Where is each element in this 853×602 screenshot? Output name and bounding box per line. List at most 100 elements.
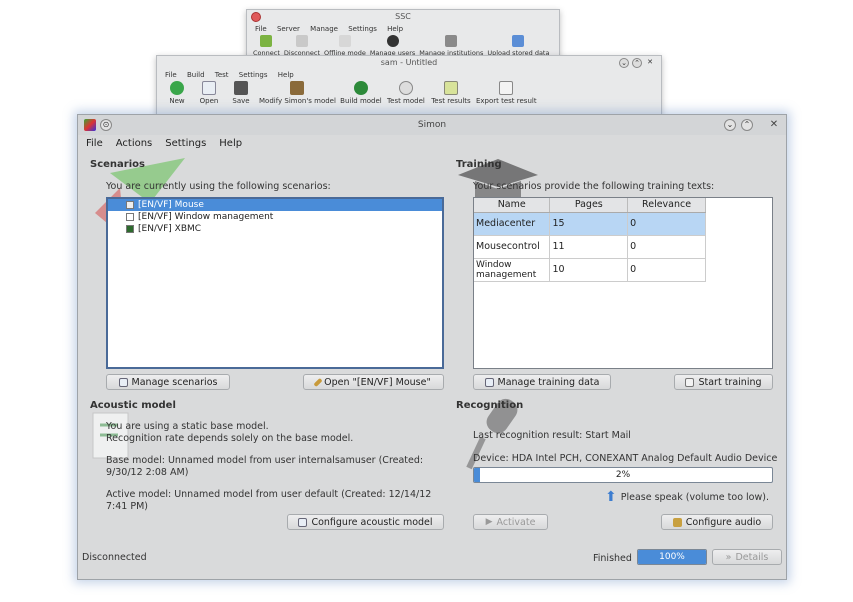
acoustic-line1: You are using a static base model. [106, 421, 269, 432]
scenarios-intro: You are currently using the following sc… [106, 181, 331, 192]
simon-minimize-icon[interactable]: ⌄ [724, 119, 736, 131]
audio-device: Device: HDA Intel PCH, CONEXANT Analog D… [473, 453, 778, 464]
ssc-menu-help[interactable]: Help [387, 25, 403, 33]
ssc-menubar: File Server Manage Settings Help [247, 24, 559, 35]
ssc-window: SSC File Server Manage Settings Help Con… [246, 9, 560, 59]
sam-export-button[interactable]: Export test result [476, 81, 537, 105]
row-pages: 15 [549, 212, 629, 236]
activate-button[interactable]: ▶ Activate [473, 514, 548, 530]
sam-window: sam - Untitled ⌄ ⌃ ✕ File Build Test Set… [156, 55, 662, 121]
row-name: Window management [474, 258, 551, 282]
open-scenario-button[interactable]: Open "[EN/VF] Mouse" [303, 374, 444, 390]
table-row[interactable]: Window management 10 0 [474, 258, 706, 282]
configure-audio-button[interactable]: Configure audio [661, 514, 773, 530]
column-pages[interactable]: Pages [549, 198, 629, 213]
column-name[interactable]: Name [474, 198, 551, 213]
manage-training-data-button[interactable]: Manage training data [473, 374, 611, 390]
table-row[interactable]: Mousecontrol 11 0 [474, 235, 706, 259]
scenario-item-xbmc[interactable]: [EN/VF] XBMC [108, 223, 442, 235]
audio-level-label: 2% [615, 470, 631, 480]
row-pages: 11 [549, 235, 629, 259]
menu-settings[interactable]: Settings [165, 138, 206, 149]
sam-build-model-button[interactable]: Build model [340, 81, 382, 105]
sam-menu-settings[interactable]: Settings [239, 71, 268, 79]
ssc-offline-button[interactable]: Offline mode [324, 35, 366, 57]
ssc-disconnect-button[interactable]: Disconnect [284, 35, 320, 57]
sam-title: sam - Untitled [380, 58, 438, 67]
base-model-line2: 9/30/12 2:08 AM) [106, 467, 189, 478]
sam-menu-help[interactable]: Help [278, 71, 294, 79]
simon-close-icon[interactable]: ✕ [768, 119, 780, 131]
menu-file[interactable]: File [86, 138, 103, 149]
ssc-title: SSC [395, 12, 411, 21]
row-pages: 10 [549, 258, 629, 282]
status-progress-label: 100% [659, 552, 685, 562]
sam-menu-build[interactable]: Build [187, 71, 205, 79]
menu-help[interactable]: Help [219, 138, 242, 149]
ssc-connect-button[interactable]: Connect [253, 35, 280, 57]
ssc-menu-settings[interactable]: Settings [348, 25, 377, 33]
row-name: Mediacenter [474, 212, 551, 236]
ssc-menu-file[interactable]: File [255, 25, 267, 33]
sam-menu-test[interactable]: Test [215, 71, 229, 79]
sam-toolbar: New Open Save Modify Simon's model Build… [157, 81, 661, 105]
scenario-item-window-management[interactable]: [EN/VF] Window management [108, 211, 442, 223]
ssc-upload-button[interactable]: Upload stored data [487, 35, 549, 57]
simon-menubar: File Actions Settings Help [78, 135, 786, 152]
acoustic-line2: Recognition rate depends solely on the b… [106, 433, 354, 444]
sam-menu-file[interactable]: File [165, 71, 177, 79]
column-relevance[interactable]: Relevance [627, 198, 706, 213]
scenario-list[interactable]: [EN/VF] Mouse [EN/VF] Window management … [106, 197, 444, 369]
menu-actions[interactable]: Actions [116, 138, 153, 149]
simon-app-icon [84, 119, 96, 131]
active-model-line1: Active model: Unnamed model from user de… [106, 489, 432, 500]
sam-open-button[interactable]: Open [195, 81, 223, 105]
start-training-button[interactable]: Start training [674, 374, 773, 390]
ssc-manage-institutions-button[interactable]: Manage institutions [419, 35, 483, 57]
active-model-line2: 7:41 PM) [106, 501, 148, 512]
document-icon [685, 377, 695, 387]
sam-minimize-icon[interactable]: ⌄ [619, 58, 629, 68]
sam-test-model-button[interactable]: Test model [386, 81, 426, 105]
row-relevance: 0 [627, 258, 706, 282]
sam-new-button[interactable]: New [163, 81, 191, 105]
ssc-titlebar: SSC [247, 10, 559, 24]
simon-title: Simon [417, 120, 447, 130]
mouse-scenario-icon [126, 201, 134, 209]
pencil-icon [313, 377, 323, 387]
play-icon: ▶ [485, 517, 493, 527]
sam-close-icon[interactable]: ✕ [645, 58, 655, 68]
simon-maximize-icon[interactable]: ⌃ [741, 119, 753, 131]
scenario-item-mouse[interactable]: [EN/VF] Mouse [108, 199, 442, 211]
ssc-toolbar: Connect Disconnect Offline mode Manage u… [247, 35, 559, 57]
ssc-menu-server[interactable]: Server [277, 25, 300, 33]
sam-save-button[interactable]: Save [227, 81, 255, 105]
training-intro: Your scenarios provide the following tra… [473, 181, 715, 192]
sam-test-results-button[interactable]: Test results [430, 81, 472, 105]
arrow-up-icon: ⬆ [605, 489, 617, 505]
ssc-manage-users-button[interactable]: Manage users [370, 35, 415, 57]
list-icon [484, 377, 494, 387]
training-table-header: Name Pages Relevance [474, 198, 706, 213]
details-button[interactable]: » Details [712, 549, 782, 565]
speak-hint: ⬆ Please speak (volume too low). [605, 489, 769, 505]
manage-scenarios-button[interactable]: Manage scenarios [106, 374, 230, 390]
simon-window: ⊙ Simon ⌄ ⌃ ✕ File Actions Settings Help… [77, 114, 787, 580]
simon-pin-icon[interactable]: ⊙ [100, 119, 112, 131]
sam-maximize-icon[interactable]: ⌃ [632, 58, 642, 68]
recognition-title: Recognition [456, 400, 524, 411]
sam-modify-model-button[interactable]: Modify Simon's model [259, 81, 336, 105]
training-table[interactable]: Name Pages Relevance Mediacenter 15 0 Mo… [473, 197, 773, 369]
base-model-line1: Base model: Unnamed model from user inte… [106, 455, 424, 466]
speaker-icon [672, 517, 682, 527]
ssc-close-icon[interactable] [251, 12, 261, 22]
status-progress-bar: 100% [637, 549, 707, 565]
configure-acoustic-model-button[interactable]: Configure acoustic model [287, 514, 444, 530]
row-name: Mousecontrol [474, 235, 551, 259]
sam-menubar: File Build Test Settings Help [157, 70, 661, 81]
ssc-menu-manage[interactable]: Manage [310, 25, 338, 33]
row-relevance: 0 [627, 212, 706, 236]
table-row[interactable]: Mediacenter 15 0 [474, 212, 706, 236]
training-title: Training [456, 159, 502, 170]
sam-titlebar: sam - Untitled ⌄ ⌃ ✕ [157, 56, 661, 70]
